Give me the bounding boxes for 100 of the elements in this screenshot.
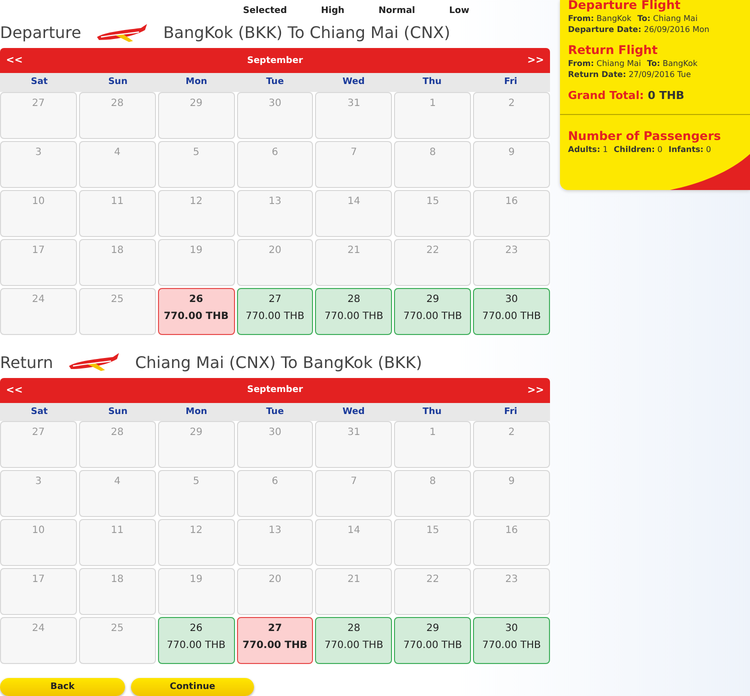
calendar-day: 16: [473, 190, 550, 236]
weekday-label: Tue: [265, 77, 285, 88]
month-title: September: [247, 56, 303, 66]
calendar-day: 18: [78, 568, 156, 616]
weekday-label: Mon: [184, 77, 208, 88]
calendar-day: 28: [78, 92, 156, 138]
calendar-day: 14: [315, 190, 392, 236]
calendar-day: 17: [0, 568, 77, 616]
weekday-label: Wed: [341, 77, 366, 88]
legend-label: Selected: [243, 6, 287, 17]
previous-month-link[interactable]: <<: [6, 55, 23, 66]
calendar-day: 18: [78, 238, 156, 286]
flight-detail: To: Chiang Mai: [637, 14, 698, 23]
calendar-day[interactable]: 26 770.00 THB: [158, 617, 235, 664]
calendar-day: 30: [236, 421, 314, 468]
calendar-day: 11: [78, 519, 156, 566]
weekday-label: Fri: [503, 406, 518, 417]
weekday-label: Sat: [30, 406, 49, 417]
continue-button[interactable]: Continue: [131, 678, 254, 696]
calendar-day: 14: [315, 519, 392, 566]
calendar-day: 19: [158, 238, 235, 286]
calendar-day: 24: [0, 617, 77, 664]
weekday-label: Sun: [107, 77, 128, 88]
calendar-day: 15: [394, 190, 472, 236]
calendar-day: 7: [315, 470, 392, 518]
calendar-day[interactable]: 26 770.00 THB: [158, 288, 235, 334]
calendar-day: 8: [394, 140, 472, 188]
back-button[interactable]: Back: [0, 678, 125, 696]
passenger-count: Infants: 0: [668, 145, 712, 154]
calendar-day: 4: [78, 140, 156, 188]
month-title: September: [247, 385, 303, 396]
calendar-day[interactable]: 29 770.00 THB: [394, 288, 472, 334]
calendar-day: 5: [158, 140, 235, 188]
calendar-day: 22: [394, 238, 472, 286]
weekday-label: Wed: [341, 406, 366, 417]
calendar-day[interactable]: 28 770.00 THB: [315, 288, 392, 334]
calendar-day: 29: [158, 92, 235, 138]
calendar-day[interactable]: 29 770.00 THB: [394, 617, 472, 664]
summary-heading: Departure Flight: [568, 0, 682, 12]
calendar-day: 11: [78, 190, 156, 236]
calendar-day: 25: [78, 617, 156, 664]
calendar-day[interactable]: 30 770.00 THB: [473, 617, 550, 664]
calendar-day: 1: [394, 421, 472, 468]
weekday-label: Thu: [422, 406, 443, 417]
legend-label: Normal: [378, 6, 416, 17]
calendar-day[interactable]: 27 770.00 THB: [236, 617, 314, 664]
calendar-day: 12: [158, 190, 235, 236]
calendar-day: 9: [473, 140, 550, 188]
weekday-label: Tue: [265, 406, 285, 417]
swoosh-icon: [670, 154, 750, 190]
passenger-count: Children: 0: [614, 145, 662, 154]
calendar-day: 13: [236, 190, 314, 236]
weekday-label: Sat: [30, 77, 49, 88]
passenger-count: Adults: 1: [568, 145, 608, 154]
calendar-day: 6: [236, 140, 314, 188]
calendar-day: 27: [0, 421, 77, 468]
calendar-day: 22: [394, 568, 472, 616]
plane-icon: [95, 22, 150, 44]
calendar-day: 31: [315, 92, 392, 138]
calendar-day: 25: [78, 288, 156, 334]
flight-detail: From: BangKok: [568, 14, 632, 23]
calendar-day[interactable]: 27 770.00 THB: [236, 288, 314, 334]
route-title: BangKok (BKK) To Chiang Mai (CNX): [163, 23, 450, 42]
calendar-day: 16: [473, 519, 550, 566]
calendar-day: 2: [473, 421, 550, 468]
calendar-day: 23: [473, 568, 550, 616]
previous-month-link[interactable]: <<: [6, 384, 23, 396]
weekday-label: Sun: [107, 406, 128, 417]
weekday-label: Thu: [422, 77, 443, 88]
calendar-day: 3: [0, 470, 77, 518]
calendar-day: 9: [473, 470, 550, 518]
calendar-day: 17: [0, 238, 77, 286]
next-month-link[interactable]: >>: [527, 384, 544, 396]
calendar-day: 3: [0, 140, 77, 188]
flight-detail: To: BangKok: [646, 59, 698, 68]
calendar-day: 27: [0, 92, 77, 138]
calendar-day: 29: [158, 421, 235, 468]
legend-label: Low: [449, 6, 470, 17]
calendar-day: 20: [236, 568, 314, 616]
calendar-day: 1: [394, 92, 472, 138]
calendar-day: 20: [236, 238, 314, 286]
weekday-label: Fri: [503, 77, 518, 88]
calendar-day: 2: [473, 92, 550, 138]
next-month-link[interactable]: >>: [527, 55, 544, 66]
flight-detail: From: Chiang Mai: [568, 59, 641, 68]
flight-detail: Departure Date: 26/09/2016 Mon: [568, 25, 710, 34]
calendar-day: 15: [394, 519, 472, 566]
calendar-day[interactable]: 30 770.00 THB: [473, 288, 550, 334]
section-title: Departure: [0, 23, 82, 42]
calendar-day: 21: [315, 238, 392, 286]
calendar-day: 12: [158, 519, 235, 566]
calendar-day: 19: [158, 568, 235, 616]
legend-label: High: [320, 6, 344, 17]
flight-detail: Return Date: 27/09/2016 Tue: [568, 70, 691, 79]
route-title: Chiang Mai (CNX) To BangKok (BKK): [135, 352, 422, 372]
calendar-day[interactable]: 28 770.00 THB: [315, 617, 392, 664]
plane-icon: [67, 351, 122, 374]
calendar-day: 30: [236, 92, 314, 138]
calendar-day: 21: [315, 568, 392, 616]
weekday-label: Mon: [184, 406, 208, 417]
